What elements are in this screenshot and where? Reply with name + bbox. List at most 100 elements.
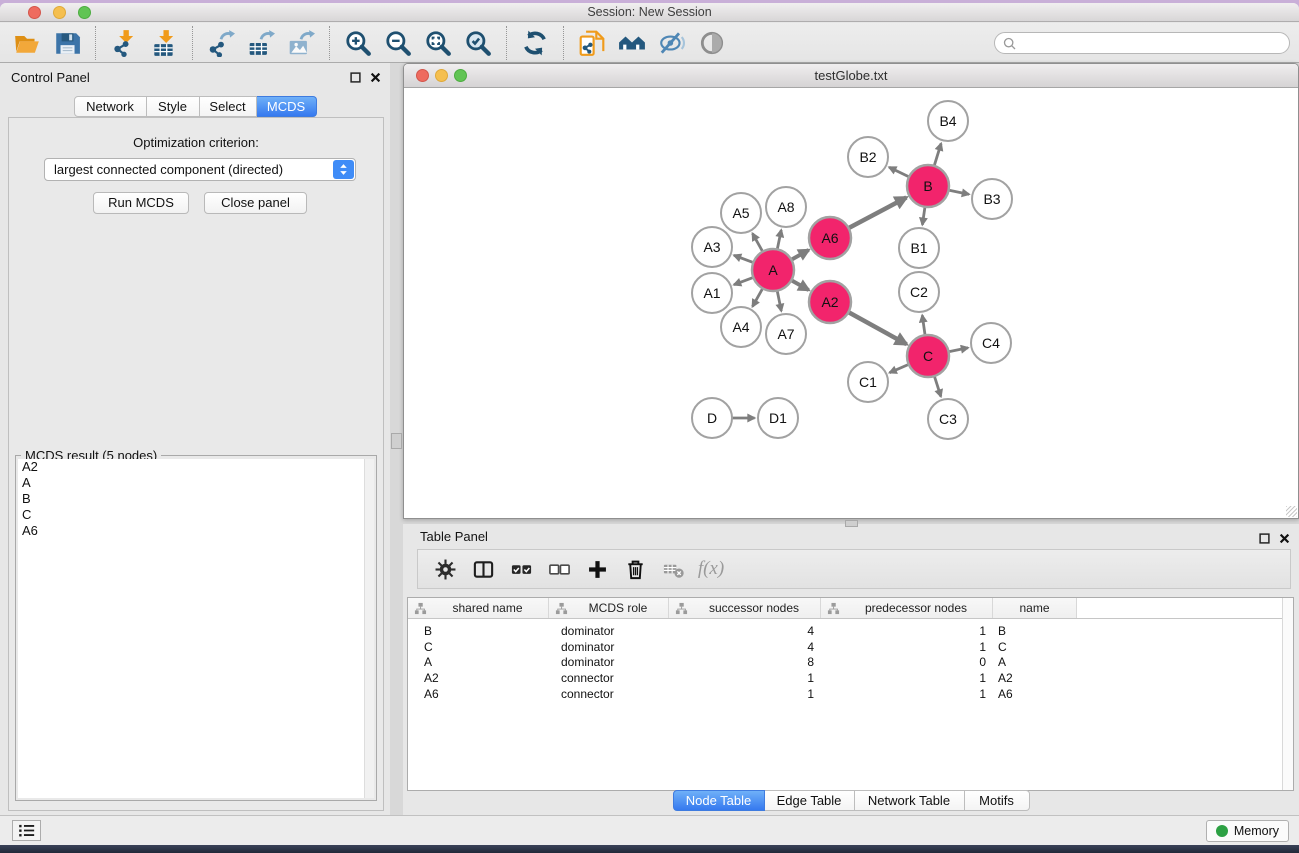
memory-button[interactable]: Memory (1206, 820, 1289, 842)
table-cell[interactable]: A6 (408, 687, 549, 701)
tab-motifs[interactable]: Motifs (965, 790, 1030, 811)
search-input[interactable] (1021, 36, 1282, 50)
table-cell[interactable]: 1 (821, 624, 993, 638)
table-settings-button[interactable] (426, 554, 464, 584)
table-cell[interactable]: 1 (821, 671, 993, 685)
table-cell[interactable]: A2 (993, 671, 1077, 685)
delete-table-button[interactable] (654, 554, 692, 584)
save-session-button[interactable] (47, 26, 87, 60)
graph-edge-A-A7[interactable] (777, 291, 781, 311)
table-row[interactable]: Cdominator41C (408, 639, 1282, 655)
vertical-split-handle[interactable] (391, 433, 402, 449)
graph-edge-A-A8[interactable] (777, 230, 781, 249)
mcds-result-list[interactable]: A2ABCA6 (18, 459, 374, 798)
open-session-button[interactable] (7, 26, 47, 60)
table-cell[interactable]: A2 (408, 671, 549, 685)
delete-column-button[interactable] (616, 554, 654, 584)
tab-network[interactable]: Network (74, 96, 147, 117)
graph-edge-A-A4[interactable] (753, 288, 763, 306)
table-cell[interactable]: dominator (549, 624, 669, 638)
run-mcds-button[interactable]: Run MCDS (93, 192, 189, 214)
column-header-MCDS-role[interactable]: MCDS role (549, 598, 669, 618)
hide-graphics-details-button[interactable] (652, 26, 692, 60)
float-panel-icon[interactable] (350, 72, 361, 83)
column-header-predecessor-nodes[interactable]: predecessor nodes (821, 598, 993, 618)
import-table-button[interactable] (144, 26, 184, 60)
graph-edge-B-B4[interactable] (934, 143, 941, 165)
search-box[interactable] (994, 32, 1290, 54)
graph-edge-B-B2[interactable] (889, 167, 909, 177)
graph-edge-C-C1[interactable] (890, 364, 909, 372)
graph-edge-B-B1[interactable] (922, 207, 925, 225)
unselect-all-columns-button[interactable] (540, 554, 578, 584)
table-cell[interactable]: C (408, 640, 549, 654)
network-overview-button[interactable] (612, 26, 652, 60)
split-columns-button[interactable] (464, 554, 502, 584)
mcds-result-item[interactable]: A2 (18, 459, 374, 475)
graph-edge-A6-B[interactable] (849, 197, 907, 228)
table-row[interactable]: A6connector11A6 (408, 686, 1282, 702)
table-row[interactable]: Bdominator41B (408, 623, 1282, 639)
criterion-dropdown[interactable]: largest connected component (directed) (44, 158, 356, 181)
table-cell[interactable]: connector (549, 671, 669, 685)
zoom-selected-button[interactable] (458, 26, 498, 60)
graph-edge-C-C4[interactable] (949, 348, 968, 352)
dropdown-stepper[interactable] (333, 160, 354, 179)
horizontal-split-handle[interactable] (845, 520, 858, 527)
network-close-traffic-light[interactable] (416, 69, 429, 82)
network-zoom-traffic-light[interactable] (454, 69, 467, 82)
column-header-successor-nodes[interactable]: successor nodes (669, 598, 821, 618)
tab-node-table[interactable]: Node Table (673, 790, 765, 811)
result-list-scrollbar[interactable] (364, 459, 374, 798)
graph-edge-A-A5[interactable] (753, 233, 763, 251)
select-all-columns-button[interactable] (502, 554, 540, 584)
table-cell[interactable]: A (408, 655, 549, 669)
tab-style[interactable]: Style (147, 96, 200, 117)
add-column-button[interactable] (578, 554, 616, 584)
network-minimize-traffic-light[interactable] (435, 69, 448, 82)
graph-edge-A-A3[interactable] (734, 255, 753, 262)
table-cell[interactable]: A6 (993, 687, 1077, 701)
zoom-out-button[interactable] (378, 26, 418, 60)
fx-button[interactable]: f(x) (692, 554, 730, 584)
apply-preferred-layout-button[interactable] (515, 26, 555, 60)
column-header-name[interactable]: name (993, 598, 1077, 618)
network-window-titlebar[interactable]: testGlobe.txt (404, 64, 1298, 88)
mcds-result-item[interactable]: C (18, 507, 374, 523)
duplicate-network-button[interactable] (572, 26, 612, 60)
network-canvas[interactable]: B4B2BB3A8A5A6A3B1AA1C2A2A4A7C4CC1C3DD1 (404, 89, 1298, 518)
table-cell[interactable]: 1 (821, 687, 993, 701)
table-scrollbar[interactable] (1282, 598, 1293, 790)
graph-edge-C-C2[interactable] (922, 315, 925, 335)
import-network-button[interactable] (104, 26, 144, 60)
table-cell[interactable]: connector (549, 687, 669, 701)
zoom-in-button[interactable] (338, 26, 378, 60)
table-cell[interactable]: 1 (821, 640, 993, 654)
close-table-panel-icon[interactable] (1279, 533, 1290, 544)
table-cell[interactable]: 8 (669, 655, 821, 669)
export-image-button[interactable] (281, 26, 321, 60)
task-history-button[interactable] (12, 820, 41, 841)
table-cell[interactable]: 0 (821, 655, 993, 669)
table-cell[interactable]: A (993, 655, 1077, 669)
close-panel-icon[interactable] (370, 72, 381, 83)
column-header-shared-name[interactable]: shared name (408, 598, 549, 618)
table-cell[interactable]: B (993, 624, 1077, 638)
graph-edge-A-A1[interactable] (734, 277, 753, 284)
graph-edge-A2-C[interactable] (848, 312, 906, 344)
tab-select[interactable]: Select (200, 96, 257, 117)
zoom-traffic-light[interactable] (78, 6, 91, 19)
minimize-traffic-light[interactable] (53, 6, 66, 19)
float-table-panel-icon[interactable] (1259, 533, 1270, 544)
tab-edge-table[interactable]: Edge Table (765, 790, 855, 811)
graph-edge-A-A2[interactable] (791, 280, 808, 290)
resize-grip-icon[interactable] (1286, 506, 1297, 517)
graph-edge-C-C3[interactable] (934, 376, 941, 397)
table-cell[interactable]: 4 (669, 624, 821, 638)
table-row[interactable]: A2connector11A2 (408, 670, 1282, 686)
tab-network-table[interactable]: Network Table (855, 790, 965, 811)
table-cell[interactable]: 4 (669, 640, 821, 654)
close-traffic-light[interactable] (28, 6, 41, 19)
mcds-result-item[interactable]: B (18, 491, 374, 507)
table-cell[interactable]: dominator (549, 640, 669, 654)
